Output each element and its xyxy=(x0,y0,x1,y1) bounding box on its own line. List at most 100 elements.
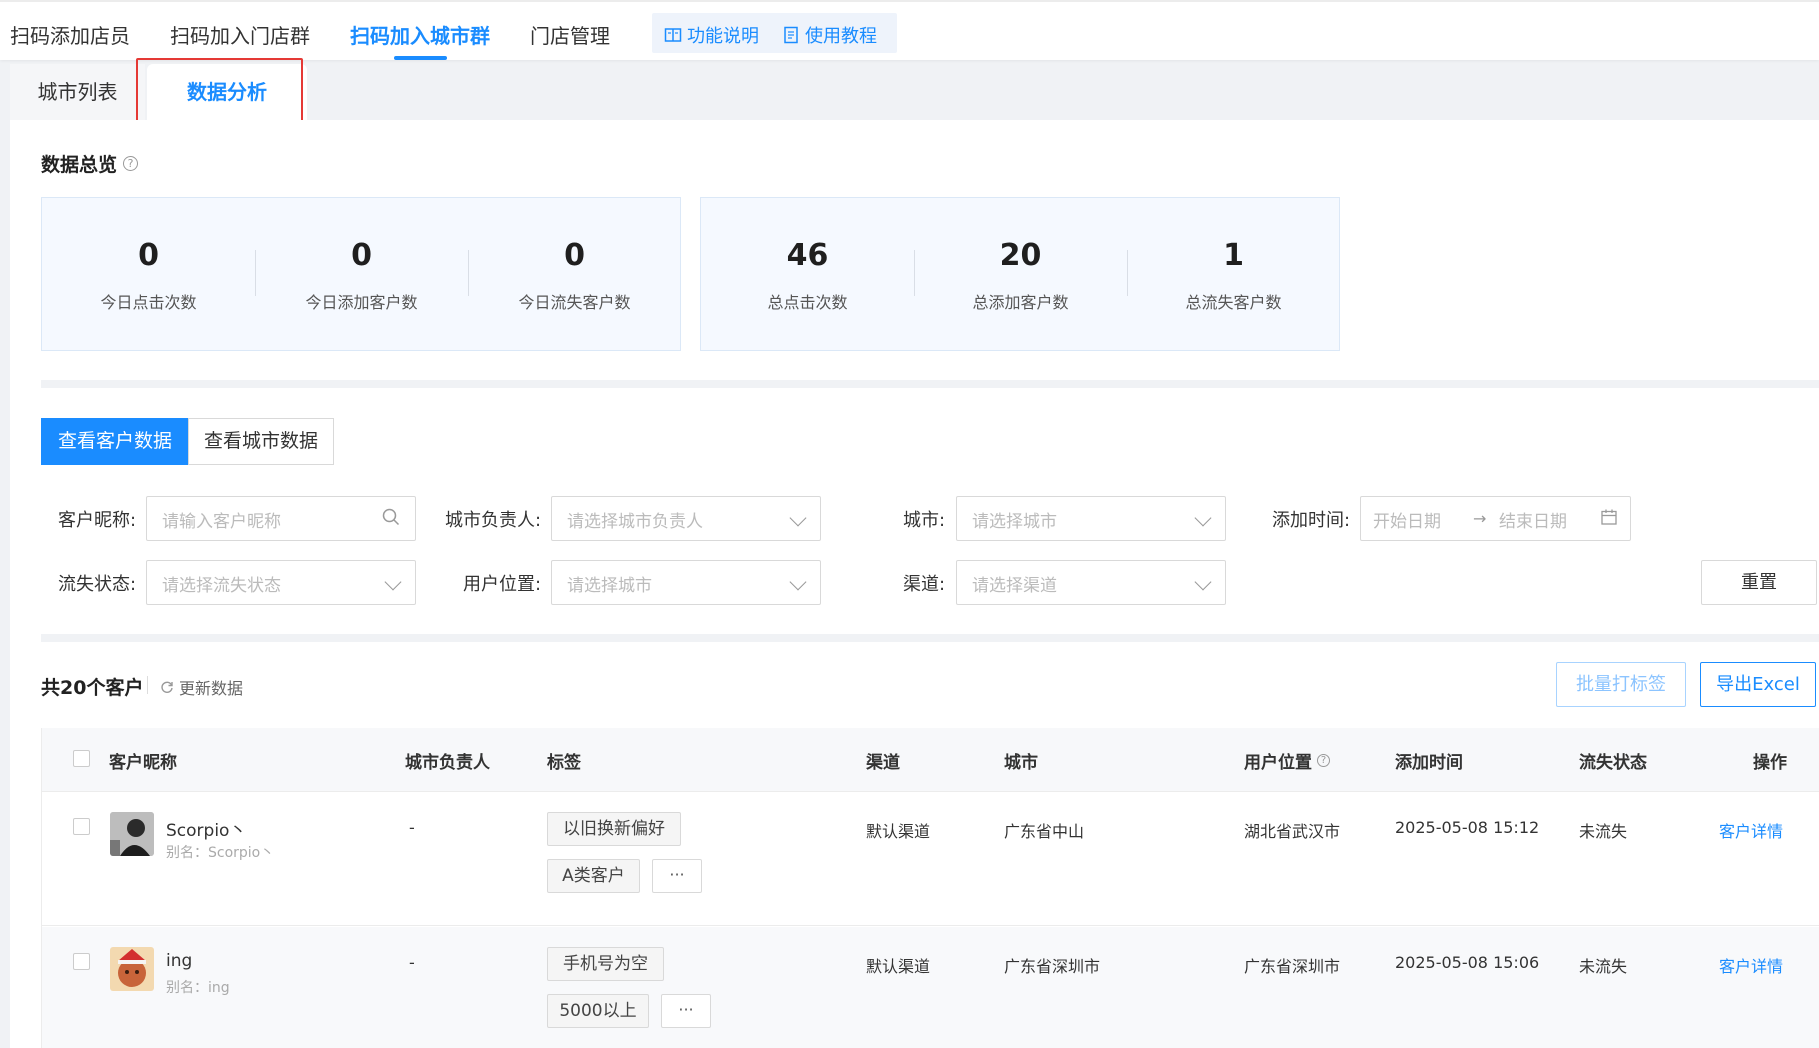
stat-value: 20 xyxy=(999,238,1042,273)
chevron-down-icon xyxy=(384,573,402,591)
reset-button[interactable]: 重置 xyxy=(1701,560,1817,605)
col-add-time: 添加时间 xyxy=(1395,753,1463,773)
refresh-label: 更新数据 xyxy=(179,679,244,698)
help-question-icon[interactable]: ? xyxy=(123,156,139,171)
batch-tag-button[interactable]: 批量打标签 xyxy=(1556,662,1686,707)
cell-owner: - xyxy=(409,953,415,972)
col-action: 操作 xyxy=(1753,753,1787,773)
channel-placeholder: 请选择渠道 xyxy=(972,576,1057,596)
user-location-label: 用户位置: xyxy=(463,574,542,595)
col-churn: 流失状态 xyxy=(1579,753,1647,773)
customer-tag: 以旧换新偏好 xyxy=(547,812,681,846)
tutorial-label: 使用教程 xyxy=(805,26,877,47)
stat-label: 今日添加客户数 xyxy=(305,293,418,312)
avatar-image xyxy=(110,812,154,856)
customer-nickname: ing xyxy=(166,951,193,971)
user-location-placeholder: 请选择城市 xyxy=(567,576,652,596)
help-question-icon[interactable]: ? xyxy=(1317,754,1330,767)
stat-value: 0 xyxy=(351,238,372,273)
chevron-down-icon xyxy=(1194,509,1212,527)
user-location-select[interactable]: 请选择城市 xyxy=(551,560,821,605)
col-channel: 渠道 xyxy=(866,753,900,773)
feature-description-link[interactable]: 功能说明 xyxy=(664,22,759,48)
customer-nickname: Scorpio丶 xyxy=(166,821,247,841)
avatar-image xyxy=(110,947,154,991)
col-location-label: 用户位置 xyxy=(1244,753,1312,773)
row-checkbox[interactable] xyxy=(73,953,90,970)
tab-scan-join-city-group[interactable]: 扫码加入城市群 xyxy=(350,20,490,49)
book-icon xyxy=(664,28,682,42)
col-owner: 城市负责人 xyxy=(405,753,490,773)
tab-scan-join-store-group[interactable]: 扫码加入门店群 xyxy=(170,20,310,49)
tab-city-list[interactable]: 城市列表 xyxy=(10,64,145,120)
table-row: ing 别名：ing - 手机号为空 5000以上 ··· 默认渠道 广东省深圳… xyxy=(42,927,1819,1048)
feature-description-label: 功能说明 xyxy=(687,26,759,47)
churn-status-select[interactable]: 请选择流失状态 xyxy=(146,560,416,605)
top-tab-bar: 扫码添加店员 扫码加入门店群 扫码加入城市群 门店管理 功能说明 使用教程 xyxy=(0,0,1819,60)
overview-title-text: 数据总览 xyxy=(41,154,118,176)
city-select[interactable]: 请选择城市 xyxy=(956,496,1226,541)
cell-churn-status: 未流失 xyxy=(1579,957,1628,976)
cell-location: 湖北省武汉市 xyxy=(1244,822,1341,841)
customer-detail-link[interactable]: 客户详情 xyxy=(1719,818,1783,842)
table-row: Scorpio丶 别名：Scorpio丶 - 以旧换新偏好 A类客户 ··· 默… xyxy=(42,792,1819,926)
city-owner-select[interactable]: 请选择城市负责人 xyxy=(551,496,821,541)
total-stats-card: 46 总点击次数 20 总添加客户数 1 总流失客户数 xyxy=(700,197,1340,351)
city-label: 城市: xyxy=(903,510,946,531)
view-city-data-button[interactable]: 查看城市数据 xyxy=(188,418,334,465)
more-tags-button[interactable]: ··· xyxy=(652,859,702,893)
channel-select[interactable]: 请选择渠道 xyxy=(956,560,1226,605)
end-date-placeholder[interactable]: 结束日期 xyxy=(1499,507,1567,532)
cell-add-time: 2025-05-08 15:12 xyxy=(1395,818,1540,837)
nickname-search-input[interactable]: 请输入客户昵称 xyxy=(146,496,416,541)
stat-label: 总点击次数 xyxy=(767,293,848,312)
select-all-checkbox[interactable] xyxy=(73,750,90,767)
stat-label: 今日点击次数 xyxy=(100,293,197,312)
export-excel-button[interactable]: 导出Excel xyxy=(1700,662,1816,707)
customer-tag: 5000以上 xyxy=(547,994,649,1028)
start-date-placeholder[interactable]: 开始日期 xyxy=(1373,507,1441,532)
tab-scan-add-staff[interactable]: 扫码添加店员 xyxy=(10,20,130,49)
customer-detail-link[interactable]: 客户详情 xyxy=(1719,953,1783,977)
stat-label: 今日流失客户数 xyxy=(518,293,631,312)
customer-table: 客户昵称 城市负责人 标签 渠道 城市 用户位置 ? 添加时间 流失状态 操作 xyxy=(41,728,1819,1048)
city-owner-label: 城市负责人: xyxy=(445,510,542,531)
chevron-down-icon xyxy=(789,509,807,527)
calendar-icon xyxy=(1601,509,1617,525)
stat-value: 1 xyxy=(1223,238,1244,273)
view-customer-data-button[interactable]: 查看客户数据 xyxy=(41,418,189,465)
nickname-label: 客户昵称: xyxy=(58,510,137,531)
active-tab-indicator xyxy=(394,56,447,60)
table-header: 客户昵称 城市负责人 标签 渠道 城市 用户位置 ? 添加时间 流失状态 操作 xyxy=(42,728,1819,792)
date-range-picker[interactable]: 开始日期 → 结束日期 xyxy=(1360,496,1631,541)
cell-owner: - xyxy=(409,818,415,837)
stat-value: 46 xyxy=(786,238,829,273)
row-checkbox[interactable] xyxy=(73,818,90,835)
stat-total-clicks: 46 总点击次数 xyxy=(701,198,914,352)
tab-store-management[interactable]: 门店管理 xyxy=(530,20,610,49)
stat-label: 总流失客户数 xyxy=(1185,293,1282,312)
cell-churn-status: 未流失 xyxy=(1579,822,1628,841)
cell-add-time: 2025-05-08 15:06 xyxy=(1395,953,1540,972)
more-tags-button[interactable]: ··· xyxy=(661,994,711,1028)
stat-value: 0 xyxy=(138,238,159,273)
city-placeholder: 请选择城市 xyxy=(972,512,1057,532)
tutorial-link[interactable]: 使用教程 xyxy=(782,22,877,48)
refresh-icon xyxy=(161,681,173,693)
app-root: 扫码添加店员 扫码加入门店群 扫码加入城市群 门店管理 功能说明 使用教程 城市… xyxy=(0,0,1819,1048)
chevron-down-icon xyxy=(789,573,807,591)
chevron-down-icon xyxy=(1194,573,1212,591)
col-nickname: 客户昵称 xyxy=(109,753,177,773)
section-divider xyxy=(41,380,1819,388)
col-tags: 标签 xyxy=(547,753,581,773)
avatar xyxy=(110,947,154,991)
cell-channel: 默认渠道 xyxy=(866,822,931,841)
stat-today-clicks: 0 今日点击次数 xyxy=(42,198,255,352)
stat-value: 0 xyxy=(564,238,585,273)
cell-city: 广东省深圳市 xyxy=(1004,957,1101,976)
document-icon xyxy=(784,26,798,44)
today-stats-card: 0 今日点击次数 0 今日添加客户数 0 今日流失客户数 xyxy=(41,197,681,351)
refresh-data-button[interactable]: 更新数据 xyxy=(160,675,243,699)
customer-tag: A类客户 xyxy=(547,859,640,893)
stat-label: 总添加客户数 xyxy=(972,293,1069,312)
